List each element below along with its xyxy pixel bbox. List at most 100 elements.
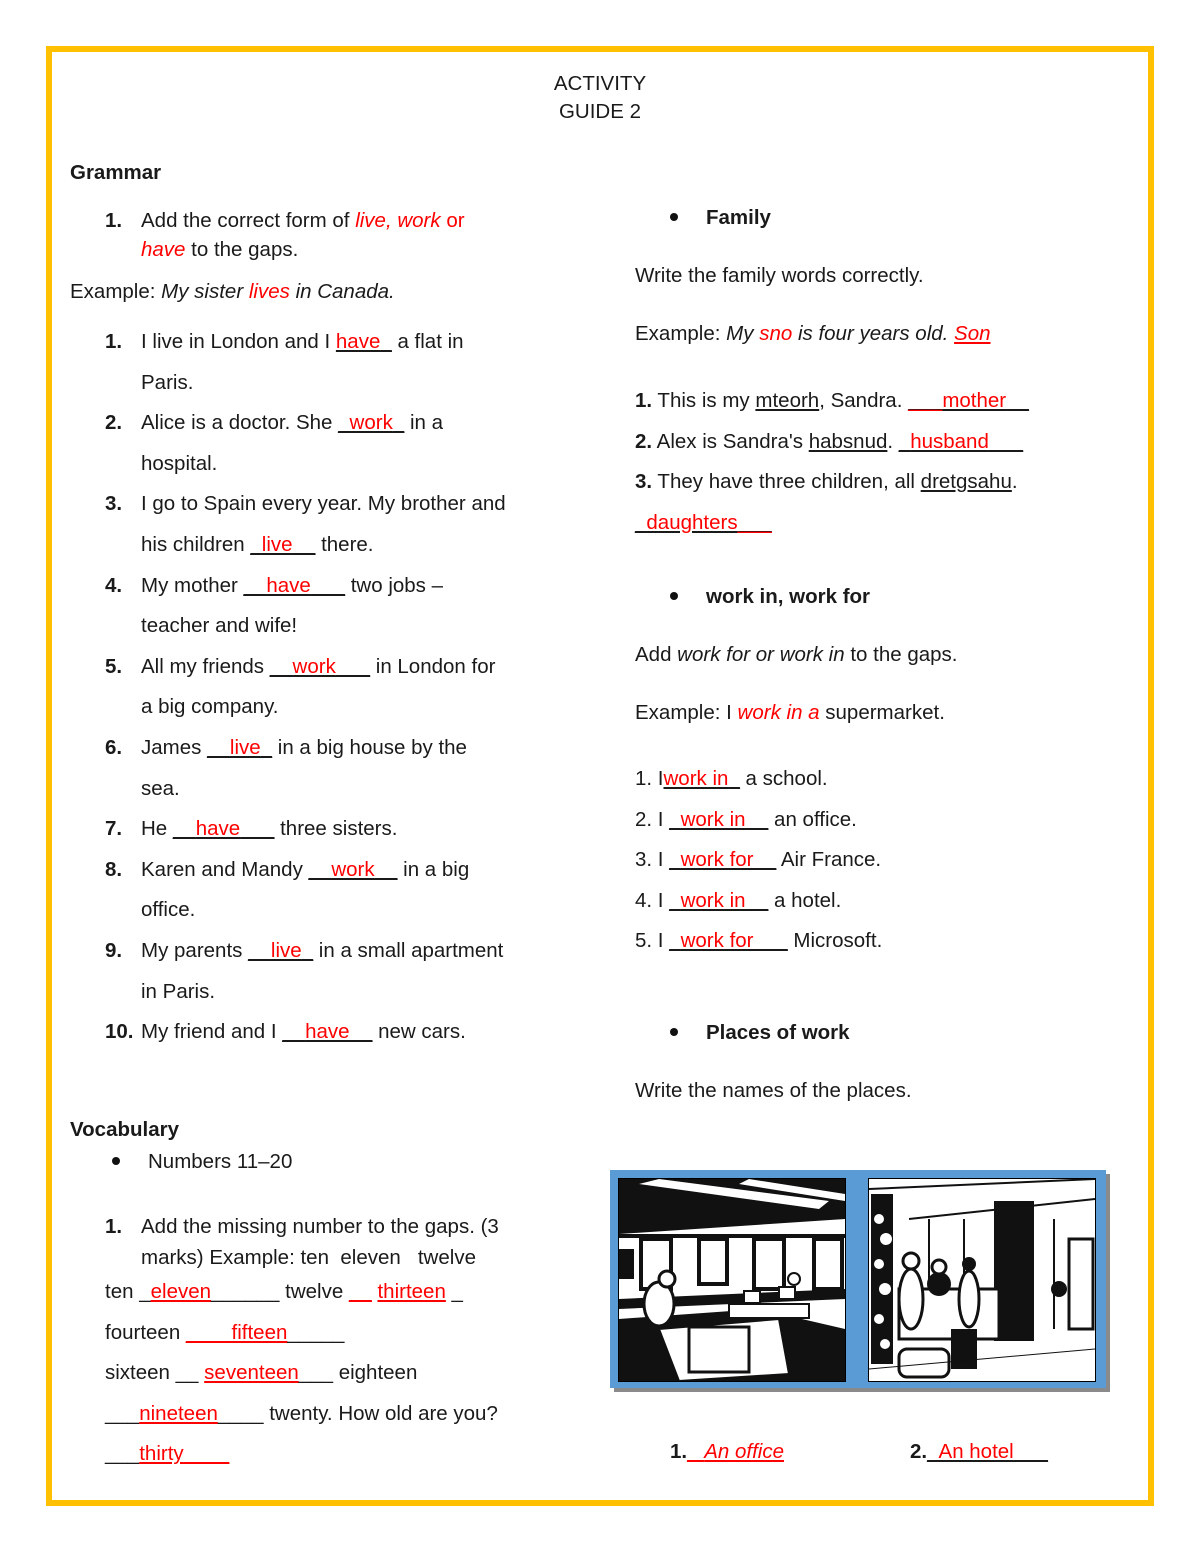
- answer-gap[interactable]: _husband___: [899, 430, 1023, 453]
- answer-blank: _____: [287, 1320, 345, 1344]
- places-image-frame: [610, 1170, 1106, 1388]
- item-continuation: a big company.: [141, 695, 279, 719]
- answer-text: live: [229, 735, 261, 759]
- item-text: .: [1011, 470, 1018, 494]
- answer-text: work in: [680, 888, 746, 912]
- places-instruction: Write the names of the places.: [635, 1079, 912, 1102]
- answer-text: work in: [663, 767, 729, 790]
- work-in-for-instruction: Add work for or work in to the gaps.: [635, 643, 957, 667]
- gap-trail: ___: [240, 817, 275, 841]
- gap-lead: _: [338, 411, 350, 435]
- answer-blank: ____: [217, 1401, 264, 1425]
- item-number: 5. I: [635, 929, 670, 953]
- answer-gap: _ An office: [687, 1440, 784, 1463]
- answer-text[interactable]: seventeen: [204, 1361, 299, 1384]
- answer-gap[interactable]: __work___: [270, 655, 370, 678]
- family-exercise-list: 1. This is my mteorh, Sandra. ___mother_…: [635, 381, 1029, 543]
- example-answer: Son: [954, 322, 991, 345]
- answer-gap[interactable]: _work_: [338, 411, 404, 434]
- work-item: 4. I _work in__ a hotel.: [635, 881, 882, 922]
- item-text: in a: [404, 411, 443, 435]
- answer-gap[interactable]: __live_: [207, 736, 272, 759]
- item-number: 3.: [105, 492, 123, 516]
- gap-trail: _: [301, 938, 314, 962]
- grammar-item: 7. He __have___ three sisters.: [105, 809, 506, 850]
- instruction-pre: Add: [635, 643, 678, 666]
- item-text: Alex is Sandra's: [652, 429, 809, 453]
- answer-gap[interactable]: __have___: [244, 574, 346, 597]
- gap-lead: _: [669, 929, 681, 953]
- item-continuation: his children _live__ there.: [105, 525, 506, 566]
- answer-blank: ____: [183, 1442, 230, 1466]
- answer-text[interactable]: nineteen: [139, 1402, 218, 1425]
- scrambled-word: habsnud: [808, 429, 888, 453]
- example-label: Example:: [70, 280, 162, 303]
- item-text: three sisters.: [274, 817, 398, 841]
- answer-gap[interactable]: _work for__: [669, 848, 776, 871]
- item-text: a flat in: [391, 330, 464, 353]
- numbers-topic: Numbers 11–20: [148, 1150, 293, 1173]
- item-text: They have three children, all: [652, 470, 921, 494]
- bullet-icon: [670, 212, 678, 221]
- item-text: My mother: [141, 573, 244, 597]
- answer-text: An office: [704, 1440, 784, 1463]
- line-text: sixteen: [105, 1361, 176, 1385]
- answer-blank: ______: [211, 1280, 280, 1303]
- example-pre: My: [726, 322, 760, 345]
- answer-blank: _: [139, 1280, 151, 1303]
- instruction-or: or: [440, 209, 465, 232]
- work-in-for-example: Example: I work in a supermarket.: [635, 701, 945, 725]
- gap-trail: _: [380, 330, 392, 353]
- gap-lead: _: [927, 1440, 939, 1463]
- answer-gap[interactable]: _work for___: [669, 929, 788, 952]
- item-number: 3.: [635, 470, 653, 494]
- place-answer-1: 1._ An office: [670, 1440, 784, 1464]
- item-continuation: Paris.: [141, 370, 194, 394]
- answer-gap[interactable]: __have__: [282, 1020, 372, 1043]
- answer-gap[interactable]: _work in__: [669, 808, 768, 831]
- instruction-text: Add the correct form of: [141, 209, 356, 232]
- answer-gap[interactable]: _work in__: [669, 889, 768, 912]
- answer-text: have: [335, 330, 381, 353]
- numbers-line: fourteen ____fifteen_____: [105, 1313, 498, 1354]
- answer-text: An hotel: [938, 1440, 1014, 1463]
- answer-gap[interactable]: __work__: [309, 858, 398, 881]
- grammar-item: 10. My friend and I __have__ new cars.: [105, 1012, 506, 1053]
- item-text: I go to Spain every year. My brother and: [141, 492, 506, 516]
- places-heading: Places of work: [670, 1021, 850, 1045]
- gap-lead: __: [243, 573, 267, 597]
- answer-gap: _An hotel___: [927, 1440, 1048, 1463]
- family-heading: Family: [670, 206, 771, 230]
- answer-text[interactable]: thirty: [139, 1442, 183, 1465]
- grammar-item: 9. My parents __live_ in a small apartmen…: [105, 931, 506, 972]
- places-heading-text: Places of work: [706, 1021, 850, 1044]
- item-text: Microsoft.: [787, 929, 883, 953]
- answer-gap[interactable]: _live__: [250, 533, 315, 556]
- line-text: _: [445, 1280, 463, 1303]
- place-answer-2: 2._An hotel___: [910, 1440, 1048, 1464]
- answer-gap[interactable]: _daughters___: [635, 511, 772, 534]
- answer-text[interactable]: thirteen: [377, 1280, 445, 1303]
- example-scrambled: sno: [759, 322, 793, 345]
- item-text: James: [141, 735, 208, 759]
- item-number: 4. I: [635, 888, 670, 912]
- item-text: two jobs –: [345, 573, 444, 597]
- answer-text[interactable]: fifteen: [232, 1321, 288, 1344]
- gap-trail: ___: [1013, 1440, 1048, 1463]
- answer-text: live: [261, 532, 293, 556]
- answer-gap[interactable]: have_: [336, 330, 392, 353]
- answer-gap[interactable]: ___mother__: [908, 389, 1029, 412]
- answer-gap[interactable]: __have___: [173, 817, 275, 840]
- work-item: 1. Iwork in_ a school.: [635, 759, 882, 800]
- gap-trail: ___: [310, 573, 346, 597]
- example-answer: lives: [248, 280, 290, 303]
- answer-gap[interactable]: work in_: [664, 767, 740, 790]
- answer-text: work for: [680, 848, 754, 872]
- family-item: 3. They have three children, all dretgsa…: [635, 462, 1029, 503]
- answer-text[interactable]: eleven: [151, 1280, 211, 1303]
- answer-gap[interactable]: __live_: [248, 939, 313, 962]
- item-number: 2. I: [635, 807, 670, 831]
- gap-lead: __: [172, 817, 196, 841]
- grammar-item: 4. My mother __have___ two jobs –: [105, 566, 506, 607]
- gap-trail: __: [745, 807, 769, 831]
